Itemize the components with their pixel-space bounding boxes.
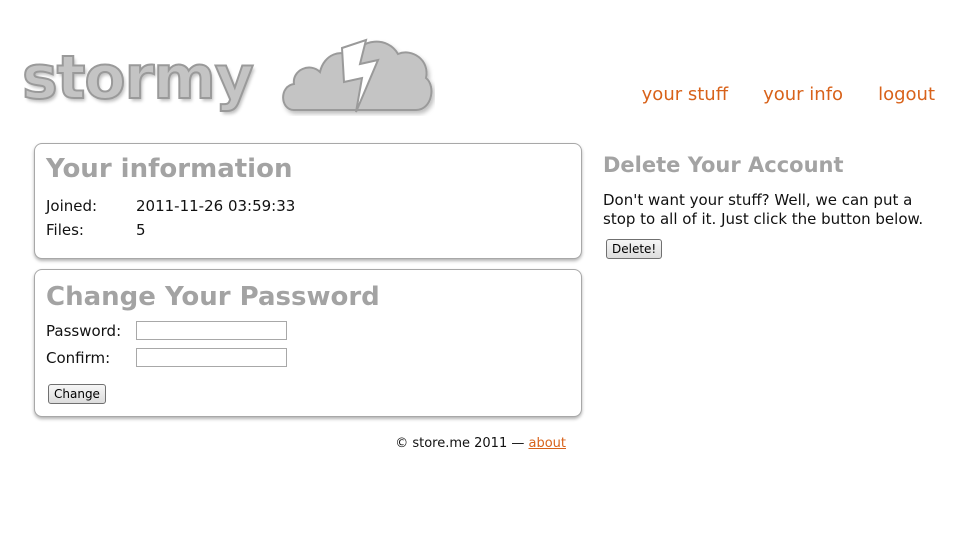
password-title: Change Your Password	[46, 282, 380, 312]
storm-cloud-icon	[282, 38, 433, 113]
logo-text: stormy	[21, 42, 255, 114]
nav-logout[interactable]: logout	[878, 84, 935, 105]
main-nav: your stuff your info logout	[642, 84, 935, 105]
footer: © store.me 2011 — about	[395, 436, 566, 451]
change-password-panel: Change Your Password Password: Confirm: …	[34, 269, 582, 417]
files-value: 5	[136, 221, 146, 239]
info-title: Your information	[46, 154, 293, 184]
files-label: Files:	[46, 221, 84, 239]
confirm-input[interactable]	[136, 348, 287, 367]
change-button[interactable]: Change	[48, 384, 106, 404]
copyright-text: © store.me 2011 —	[395, 436, 525, 451]
about-link[interactable]: about	[528, 436, 566, 451]
password-label: Password:	[46, 321, 122, 340]
joined-value: 2011-11-26 03:59:33	[136, 197, 296, 215]
joined-row: Joined: 2011-11-26 03:59:33	[46, 197, 295, 215]
your-information-panel: Your information Joined: 2011-11-26 03:5…	[34, 143, 582, 259]
delete-title: Delete Your Account	[603, 153, 844, 177]
password-input[interactable]	[136, 321, 287, 340]
delete-description: Don't want your stuff? Well, we can put …	[603, 191, 924, 228]
delete-button[interactable]: Delete!	[606, 239, 663, 259]
confirm-label: Confirm:	[46, 348, 111, 367]
nav-your-stuff[interactable]: your stuff	[642, 84, 728, 105]
confirm-row: Confirm:	[46, 348, 287, 367]
password-row: Password:	[46, 321, 287, 340]
delete-account-panel: Delete Your Account Don't want your stuf…	[603, 153, 943, 259]
joined-label: Joined:	[46, 197, 98, 215]
files-row: Files: 5	[46, 221, 146, 239]
nav-your-info[interactable]: your info	[763, 84, 843, 105]
